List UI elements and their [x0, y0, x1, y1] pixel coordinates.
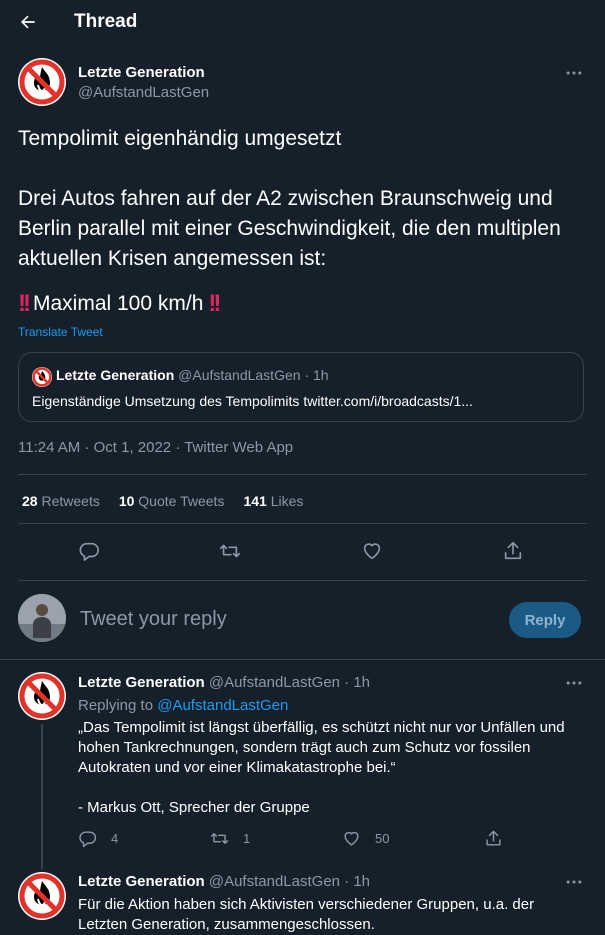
replying-to-label: Replying to [78, 697, 154, 714]
translate-tweet-link[interactable]: Translate Tweet [18, 325, 103, 339]
tweet-stats: 28 Retweets 10 Quote Tweets 141 Likes [22, 493, 303, 509]
quote-avatar [32, 367, 52, 387]
tweet-meta[interactable]: 11:24 AM · Oct 1, 2022 · Twitter Web App [18, 439, 293, 456]
replying-to-handle[interactable]: @AufstandLastGen [157, 697, 288, 714]
author-handle[interactable]: @AufstandLastGen [78, 84, 209, 101]
reply-reply-action[interactable]: 4 [78, 829, 118, 848]
logo-icon [18, 58, 66, 106]
back-arrow-icon[interactable] [18, 12, 38, 32]
reply-signature: - Markus Ott, Sprecher der Gruppe [78, 799, 310, 816]
reply-retweet-action[interactable]: 1 [210, 829, 250, 848]
retweets-count: 28 [22, 493, 38, 509]
like-count: 50 [375, 831, 390, 846]
divider [0, 659, 605, 660]
reply-author-avatar[interactable] [18, 672, 66, 720]
thread-header: Thread [0, 0, 605, 44]
retweets-label: Retweets [41, 493, 100, 509]
speed-limit-text: Maximal 100 km/h [32, 292, 204, 315]
quotes-label: Quote Tweets [138, 493, 225, 509]
reply-text: „Das Tempolimit ist längst überfällig, e… [78, 719, 565, 776]
user-avatar[interactable] [18, 594, 66, 642]
retweet-icon[interactable] [219, 540, 241, 562]
speed-limit-line: !! Maximal 100 km/h !! [18, 288, 221, 320]
quote-handle-time: @AufstandLastGen · 1h [178, 367, 329, 383]
retweet-icon [210, 833, 229, 844]
retweet-count: 1 [243, 831, 251, 846]
reply-icon[interactable] [78, 540, 100, 562]
divider [18, 523, 587, 524]
reply-button[interactable]: Reply [509, 602, 581, 638]
likes-count: 141 [243, 493, 267, 509]
double-exclamation-icon: !! [18, 290, 31, 317]
logo-icon [18, 672, 66, 720]
reply-author-name[interactable]: Letzte Generation @AufstandLastGen · 1h [78, 674, 370, 691]
reply-like-action[interactable]: 50 [342, 829, 389, 848]
page-title: Thread [74, 11, 138, 32]
reply-author: Letzte Generation [78, 873, 205, 890]
tweet-text: Tempolimit eigenhändig umgesetzt Drei Au… [18, 127, 561, 270]
likes-stat[interactable]: 141 Likes [243, 493, 303, 509]
reply-input[interactable]: Tweet your reply [80, 608, 227, 631]
likes-label: Likes [270, 493, 304, 509]
reply-text: Für die Aktion haben sich Aktivisten ver… [78, 896, 535, 933]
quoted-tweet[interactable]: Letzte Generation @AufstandLastGen · 1h … [18, 352, 584, 422]
share-icon[interactable] [502, 540, 524, 562]
reply-author: Letzte Generation [78, 674, 205, 691]
quote-header: Letzte Generation @AufstandLastGen · 1h [56, 367, 329, 383]
replying-to: Replying to @AufstandLastGen [78, 696, 578, 716]
tweet-actions [0, 536, 605, 568]
quotes-count: 10 [118, 493, 135, 509]
divider [18, 580, 587, 581]
reply-actions: 4 1 50 [78, 829, 578, 851]
more-icon[interactable] [564, 63, 584, 83]
reply-handle-time: @AufstandLastGen · 1h [208, 873, 371, 890]
logo-icon [18, 872, 66, 920]
like-icon[interactable] [361, 540, 383, 562]
double-exclamation-icon: !! [208, 290, 221, 317]
reply-author-avatar[interactable] [18, 872, 66, 920]
quote-author: Letzte Generation [56, 367, 175, 383]
logo-icon [32, 367, 52, 387]
reply-handle-time: @AufstandLastGen · 1h [208, 674, 371, 691]
like-icon [344, 831, 359, 846]
more-icon[interactable] [564, 673, 584, 693]
reply-count: 4 [111, 831, 119, 846]
thread-connector [41, 724, 43, 869]
more-icon[interactable] [564, 872, 584, 892]
reply-author-name[interactable]: Letzte Generation @AufstandLastGen · 1h [78, 873, 370, 890]
share-icon [486, 830, 501, 846]
divider [18, 474, 587, 475]
user-photo-icon [18, 594, 66, 642]
author-name[interactable]: Letzte Generation [78, 64, 205, 81]
reply-icon [79, 831, 97, 848]
reply-share-action[interactable] [484, 829, 503, 848]
quotes-stat[interactable]: 10 Quote Tweets [119, 493, 225, 509]
quote-text: Eigenständige Umsetzung des Tempolimits … [32, 393, 473, 409]
author-avatar[interactable] [18, 58, 66, 106]
retweets-stat[interactable]: 28 Retweets [22, 493, 100, 509]
